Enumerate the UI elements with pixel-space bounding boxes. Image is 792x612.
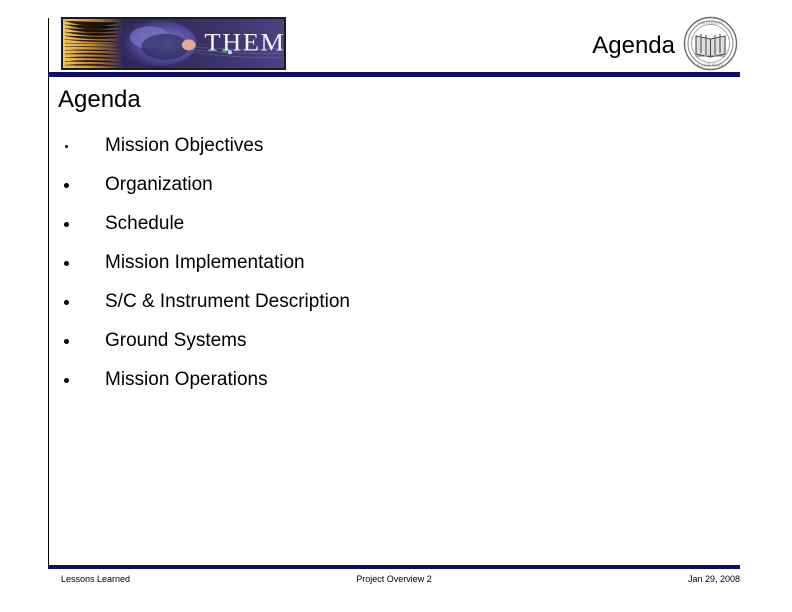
list-item-label: Mission Objectives [105, 135, 264, 156]
bullet-icon [64, 299, 69, 305]
bullet-icon [64, 182, 69, 188]
themis-logo-artwork: THEMIS [63, 19, 284, 68]
list-item: Schedule [58, 204, 718, 243]
list-item-label: Mission Operations [105, 369, 268, 390]
svg-text:UNIVERSITY: UNIVERSITY [698, 21, 723, 26]
themis-logo: THEMIS [61, 17, 286, 70]
list-item: Mission Implementation [58, 243, 718, 282]
list-item: Mission Objectives [58, 126, 718, 165]
list-item: S/C & Instrument Description [58, 282, 718, 321]
footer-divider [48, 565, 740, 569]
list-item-label: Schedule [105, 213, 185, 234]
bullet-icon [65, 144, 68, 148]
list-item-label: S/C & Instrument Description [105, 291, 350, 312]
page-title: Agenda [58, 86, 141, 113]
university-seal-icon: UNIVERSITY CALIFORNIA [683, 16, 738, 71]
bullet-icon [64, 221, 69, 227]
footer-date: Jan 29, 2008 [687, 574, 740, 584]
list-item: Organization [58, 165, 718, 204]
footer-center-text: Project Overview 2 [356, 574, 432, 584]
slide-header: THEMIS Agenda UNIVERSITY CALIFORNIA [0, 0, 792, 80]
bullet-icon [64, 377, 69, 383]
svg-text:CALIFORNIA: CALIFORNIA [698, 63, 723, 68]
left-vertical-divider [48, 18, 49, 566]
list-item: Ground Systems [58, 321, 718, 360]
themis-wordmark: THEMIS [204, 28, 284, 56]
list-item: Mission Operations [58, 360, 718, 399]
header-divider [48, 72, 740, 77]
agenda-list: Mission Objectives Organization Schedule… [58, 126, 718, 399]
list-item-label: Ground Systems [105, 330, 247, 351]
list-item-label: Organization [105, 174, 213, 195]
bullet-icon [64, 260, 69, 266]
bullet-icon [64, 338, 69, 344]
list-item-label: Mission Implementation [105, 252, 305, 273]
slide: THEMIS Agenda UNIVERSITY CALIFORNIA [0, 0, 792, 612]
slide-footer: Lessons Learned Project Overview 2 Jan 2… [48, 572, 740, 592]
header-title: Agenda [592, 32, 675, 59]
